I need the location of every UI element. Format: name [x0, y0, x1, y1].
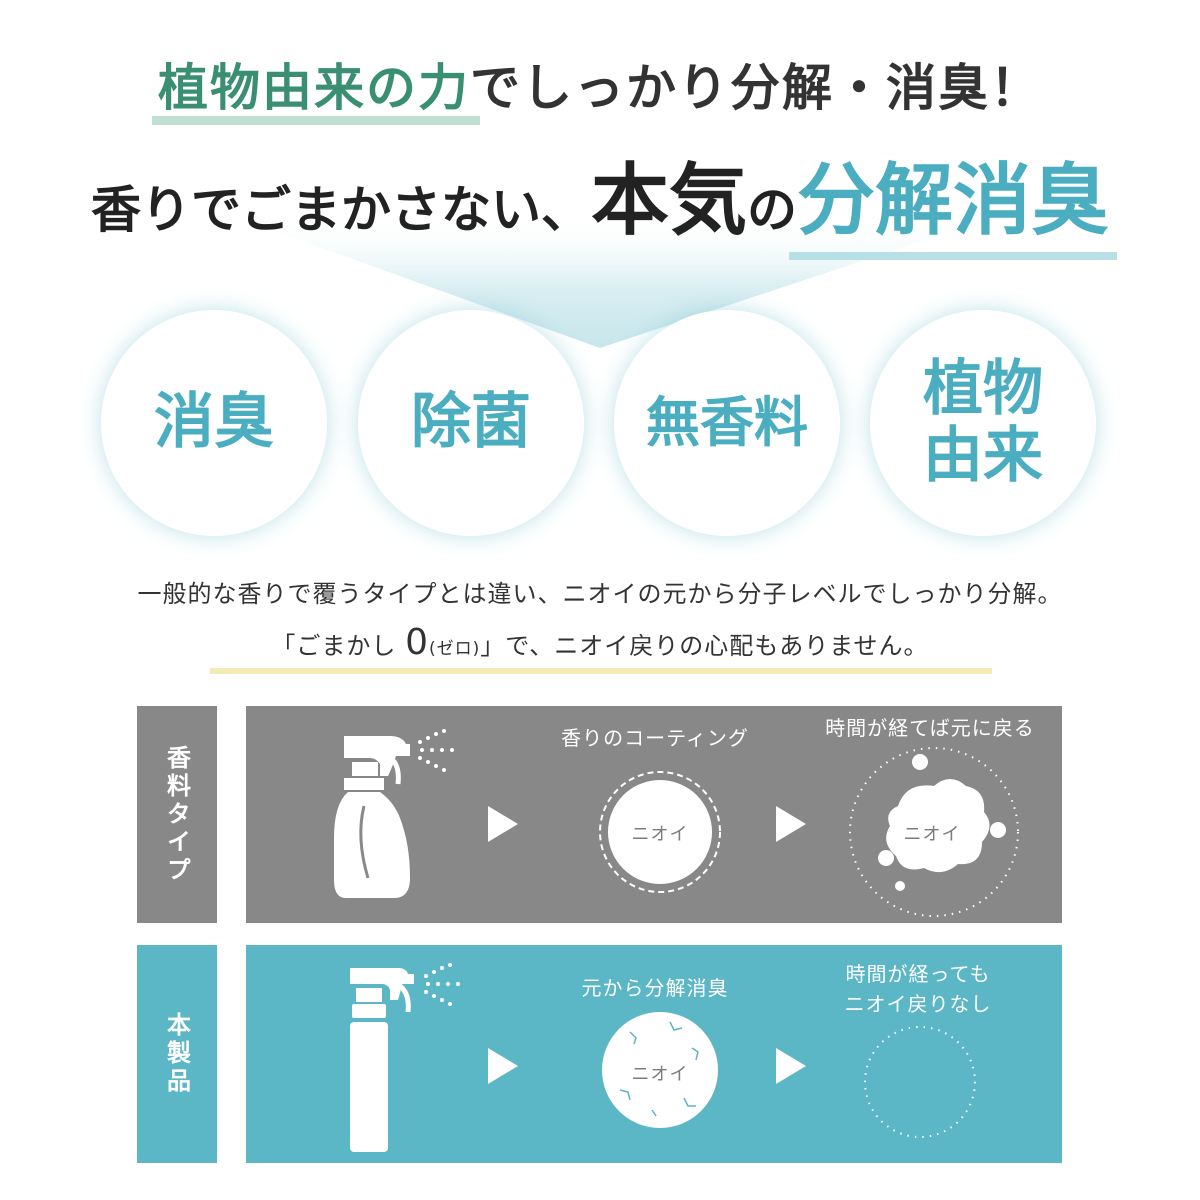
feature-label: 由来 — [923, 421, 1043, 491]
headline-prefix: 香りでごまかさない、 — [90, 181, 591, 239]
fragrance-type-label: 香料タイプ — [137, 706, 217, 923]
product-label: 本製品 — [137, 945, 217, 1163]
feature-label: 消臭 — [154, 387, 274, 458]
fragrance-odor-label-2: ニオイ — [903, 824, 961, 845]
yellow-underline — [210, 668, 992, 674]
arrow-right-icon — [776, 806, 806, 842]
product-step2-label-2: ニオイ戻りなし — [844, 992, 992, 1016]
headline-line1-rest: でしっかり分解・消臭！ — [470, 59, 1042, 117]
headline-no: の — [747, 181, 797, 239]
feature-label: 植物 — [923, 353, 1043, 424]
description-line-1: 一般的な香りで覆うタイプとは違い、ニオイの元から分子レベルでしっかり分解。 — [137, 580, 1063, 608]
headline-big-text: 本気 — [590, 156, 747, 246]
spray-bottle-icon — [334, 729, 454, 898]
fragrance-step2-label: 時間が経てば元に戻る — [825, 716, 1035, 740]
feature-label: 除菌 — [411, 387, 531, 458]
headline-green-text: 植物由来の力 — [158, 59, 470, 117]
description-line-2: 「ごまかし 0(ゼロ)」で、ニオイ戻りの心配もありません。 — [0, 622, 1200, 663]
feature-circle-plant-derived: 植物 由来 — [870, 310, 1096, 536]
desc-part-a: 「ごまかし — [271, 632, 397, 660]
desc-zero: 0 — [405, 622, 429, 663]
product-step1-label: 元から分解消臭 — [581, 976, 729, 1000]
product-step2-label-1: 時間が経っても — [845, 962, 991, 986]
arrow-right-icon — [776, 1048, 806, 1084]
desc-paren: (ゼロ) — [428, 639, 481, 659]
headline-line-2: 香りでごまかさない、本気の分解消臭 — [0, 138, 1200, 248]
feature-label: 無香料 — [646, 390, 808, 454]
feature-circle-deodorize: 消臭 — [101, 310, 327, 536]
headline-teal-text: 分解消臭 — [797, 156, 1110, 246]
feature-circle-unscented: 無香料 — [614, 310, 840, 536]
fragrance-odor-label-1: ニオイ — [631, 824, 689, 845]
headline-line-1: 植物由来の力でしっかり分解・消臭！ — [0, 48, 1200, 128]
arrow-right-icon — [488, 1048, 518, 1084]
desc-part-b: 」で、ニオイ戻りの心配もありません。 — [480, 632, 929, 660]
arrow-right-icon — [488, 806, 518, 842]
product-odor-label: ニオイ — [631, 1064, 689, 1085]
trigger-spray-bottle-icon — [350, 963, 460, 1152]
empty-odor-circle — [864, 1026, 976, 1138]
fragrance-step1-label: 香りのコーティング — [561, 726, 749, 750]
feature-circle-antibacterial: 除菌 — [358, 310, 584, 536]
